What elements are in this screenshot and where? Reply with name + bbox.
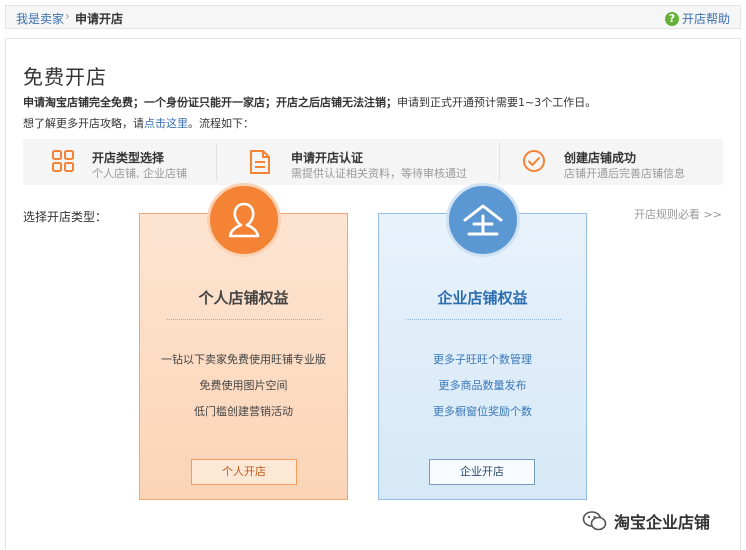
step-desc: 个人店铺, 企业店铺 <box>92 167 187 180</box>
open-enterprise-store-button[interactable]: 企业开店 <box>429 459 535 485</box>
guide-text: 想了解更多开店攻略，请点击这里。流程如下： <box>23 115 254 131</box>
step-title: 创建店铺成功 <box>564 151 637 165</box>
wechat-icon <box>582 511 607 531</box>
step-store-created: 创建店铺成功 店铺开通后完善店铺信息 <box>500 139 723 185</box>
guide-suffix: 。流程如下： <box>188 117 254 130</box>
feature-item: 更多商品数量发布 <box>438 379 527 392</box>
feature-item: 更多子旺旺个数管理 <box>433 353 532 366</box>
personal-avatar-circle <box>207 183 281 257</box>
card-divider <box>406 319 561 320</box>
notice-rest: 申请到正式开通预计需要1~3个工作日。 <box>397 96 597 109</box>
step-certification: 申请开店认证 需提供认证相关资料，等待审核通过 <box>217 139 497 185</box>
step-title: 申请开店认证 <box>291 151 364 165</box>
enterprise-avatar-circle <box>446 183 520 257</box>
help-link[interactable]: ? 开店帮助 <box>664 10 730 27</box>
feature-item: 更多橱窗位奖励个数 <box>433 405 532 418</box>
main-panel: 免费开店 申请淘宝店铺完全免费；一个身份证只能开一家店；开店之后店铺无法注销；申… <box>5 38 741 550</box>
breadcrumb-current: 申请开店 <box>75 12 124 26</box>
store-rules-link[interactable]: 开店规则必看 >> <box>634 206 722 222</box>
step-title: 开店类型选择 <box>92 151 165 165</box>
feature-item: 免费使用图片空间 <box>199 379 288 392</box>
watermark-text: 淘宝企业店铺 <box>614 513 711 532</box>
notice-bold: 申请淘宝店铺完全免费；一个身份证只能开一家店；开店之后店铺无法注销； <box>23 96 397 109</box>
step-desc: 需提供认证相关资料，等待审核通过 <box>291 167 467 180</box>
process-steps: 开店类型选择 个人店铺, 企业店铺 申请开店认证 需提供认证相关资料，等待审核通… <box>23 139 723 185</box>
guide-prefix: 想了解更多开店攻略，请 <box>23 117 144 130</box>
guide-link[interactable]: 点击这里 <box>144 117 188 130</box>
person-icon <box>228 202 260 238</box>
breadcrumb-seller-link[interactable]: 我是卖家 <box>16 10 64 27</box>
step-type-select: 开店类型选择 个人店铺, 企业店铺 <box>23 139 213 185</box>
watermark: 淘宝企业店铺 <box>582 508 710 534</box>
card-title: 个人店铺权益 <box>198 289 289 307</box>
document-icon <box>250 150 270 174</box>
check-circle-icon <box>523 150 545 172</box>
breadcrumb-bar: 我是卖家 › 申请开店 ? 开店帮助 <box>5 5 741 29</box>
help-label: 开店帮助 <box>681 12 730 26</box>
open-personal-store-button[interactable]: 个人开店 <box>191 459 297 485</box>
feature-item: 低门槛创建营销活动 <box>194 405 293 418</box>
feature-item: 一钻以下卖家免费使用旺铺专业版 <box>161 353 326 366</box>
page-title: 免费开店 <box>23 65 107 89</box>
step-desc: 店铺开通后完善店铺信息 <box>564 167 685 180</box>
choose-type-label: 选择开店类型： <box>23 210 108 224</box>
notice-text: 申请淘宝店铺完全免费；一个身份证只能开一家店；开店之后店铺无法注销；申请到正式开… <box>23 94 596 110</box>
card-title: 企业店铺权益 <box>437 289 528 307</box>
breadcrumb-separator-icon: › <box>65 9 70 23</box>
grid-icon <box>52 150 74 172</box>
enterprise-icon <box>463 204 503 236</box>
card-divider <box>167 319 322 320</box>
question-icon: ? <box>664 11 679 26</box>
